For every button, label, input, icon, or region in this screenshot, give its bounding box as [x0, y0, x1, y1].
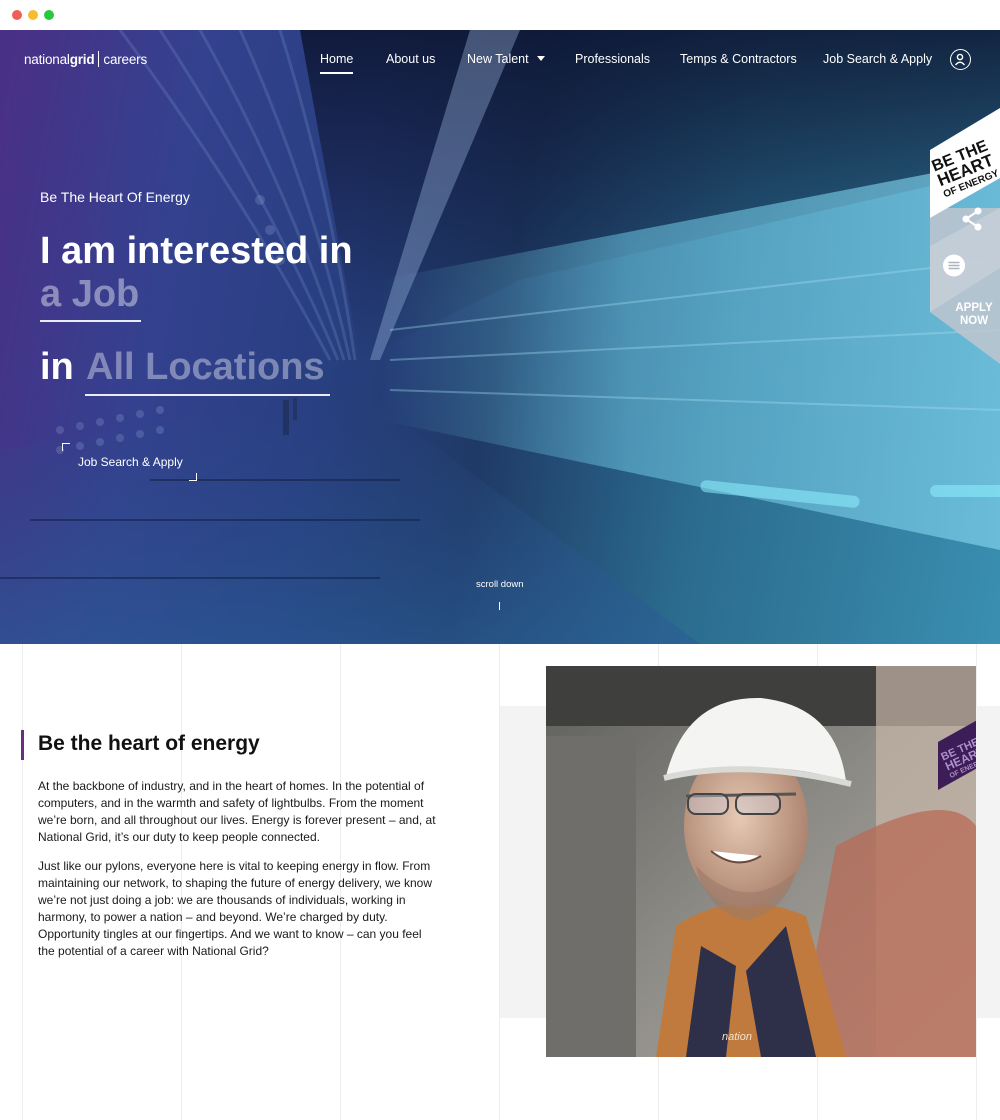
nav-new-talent[interactable]: New Talent — [467, 52, 545, 66]
logo-grid: grid — [69, 51, 95, 67]
logo-divider — [98, 51, 100, 67]
be-the-heart-of-energy-badge: BE THE HEART OF ENERGY — [930, 108, 1000, 218]
scroll-down-label[interactable]: scroll down — [476, 579, 524, 590]
nav-new-talent-label: New Talent — [467, 52, 529, 66]
national-grid-careers-logo[interactable]: national grid careers — [24, 51, 147, 67]
hero-background-image — [0, 30, 1000, 644]
corner-bracket-bottom-right — [189, 473, 197, 481]
location-underline — [85, 394, 330, 396]
location-selector[interactable]: All Locations — [86, 348, 325, 386]
nav-job-search-apply[interactable]: Job Search & Apply — [823, 52, 932, 66]
share-icon[interactable] — [958, 204, 988, 234]
job-search-apply-button[interactable]: Job Search & Apply — [62, 443, 197, 481]
logo-careers: careers — [103, 51, 148, 67]
intro-paragraph-2: Just like our pylons, everyone here is v… — [38, 859, 432, 958]
job-type-selector[interactable]: a Job — [40, 275, 139, 313]
corner-bracket-top-left — [62, 443, 70, 451]
job-type-underline — [40, 320, 141, 322]
nav-home[interactable]: Home — [320, 52, 354, 74]
window-chrome — [0, 0, 1000, 30]
engineer-photo: BE THE HEART OF ENERGY nation — [546, 666, 976, 1057]
logo-national: national — [24, 51, 70, 67]
hero-headline: I am interested in — [40, 230, 353, 272]
maximize-window-icon[interactable] — [44, 10, 54, 20]
user-account-icon[interactable] — [950, 49, 971, 70]
chevron-down-icon — [536, 56, 545, 61]
hero-eyebrow: Be The Heart Of Energy — [40, 189, 190, 205]
minimize-window-icon[interactable] — [28, 10, 38, 20]
apply-now-line-2: NOW — [959, 315, 989, 327]
apply-now-button[interactable]: APPLY NOW — [950, 302, 998, 328]
side-action-tab: BE THE HEART OF ENERGY APPLY NOW — [930, 108, 1000, 364]
heading-accent-bar — [21, 730, 24, 760]
apply-now-line-1: APPLY — [955, 302, 993, 314]
chat-icon[interactable] — [942, 254, 966, 278]
scroll-down-indicator — [499, 602, 500, 610]
intro-paragraph-1: At the backbone of industry, and in the … — [38, 779, 436, 844]
nav-about-us[interactable]: About us — [386, 52, 435, 66]
top-navigation: national grid careers Home About us New Ta… — [0, 30, 1000, 90]
grid-line — [22, 644, 23, 1120]
hero-banner: national grid careers Home About us New Ta… — [0, 30, 1000, 644]
vest-logo-text: nation — [722, 1031, 752, 1043]
nav-temps-contractors[interactable]: Temps & Contractors — [680, 52, 797, 66]
close-window-icon[interactable] — [12, 10, 22, 20]
location-prefix: in — [40, 346, 74, 388]
section-heading: Be the heart of energy — [38, 732, 260, 755]
cta-label: Job Search & Apply — [78, 455, 183, 469]
intro-section: Be the heart of energy At the backbone o… — [0, 644, 1000, 1120]
nav-professionals[interactable]: Professionals — [575, 52, 650, 66]
